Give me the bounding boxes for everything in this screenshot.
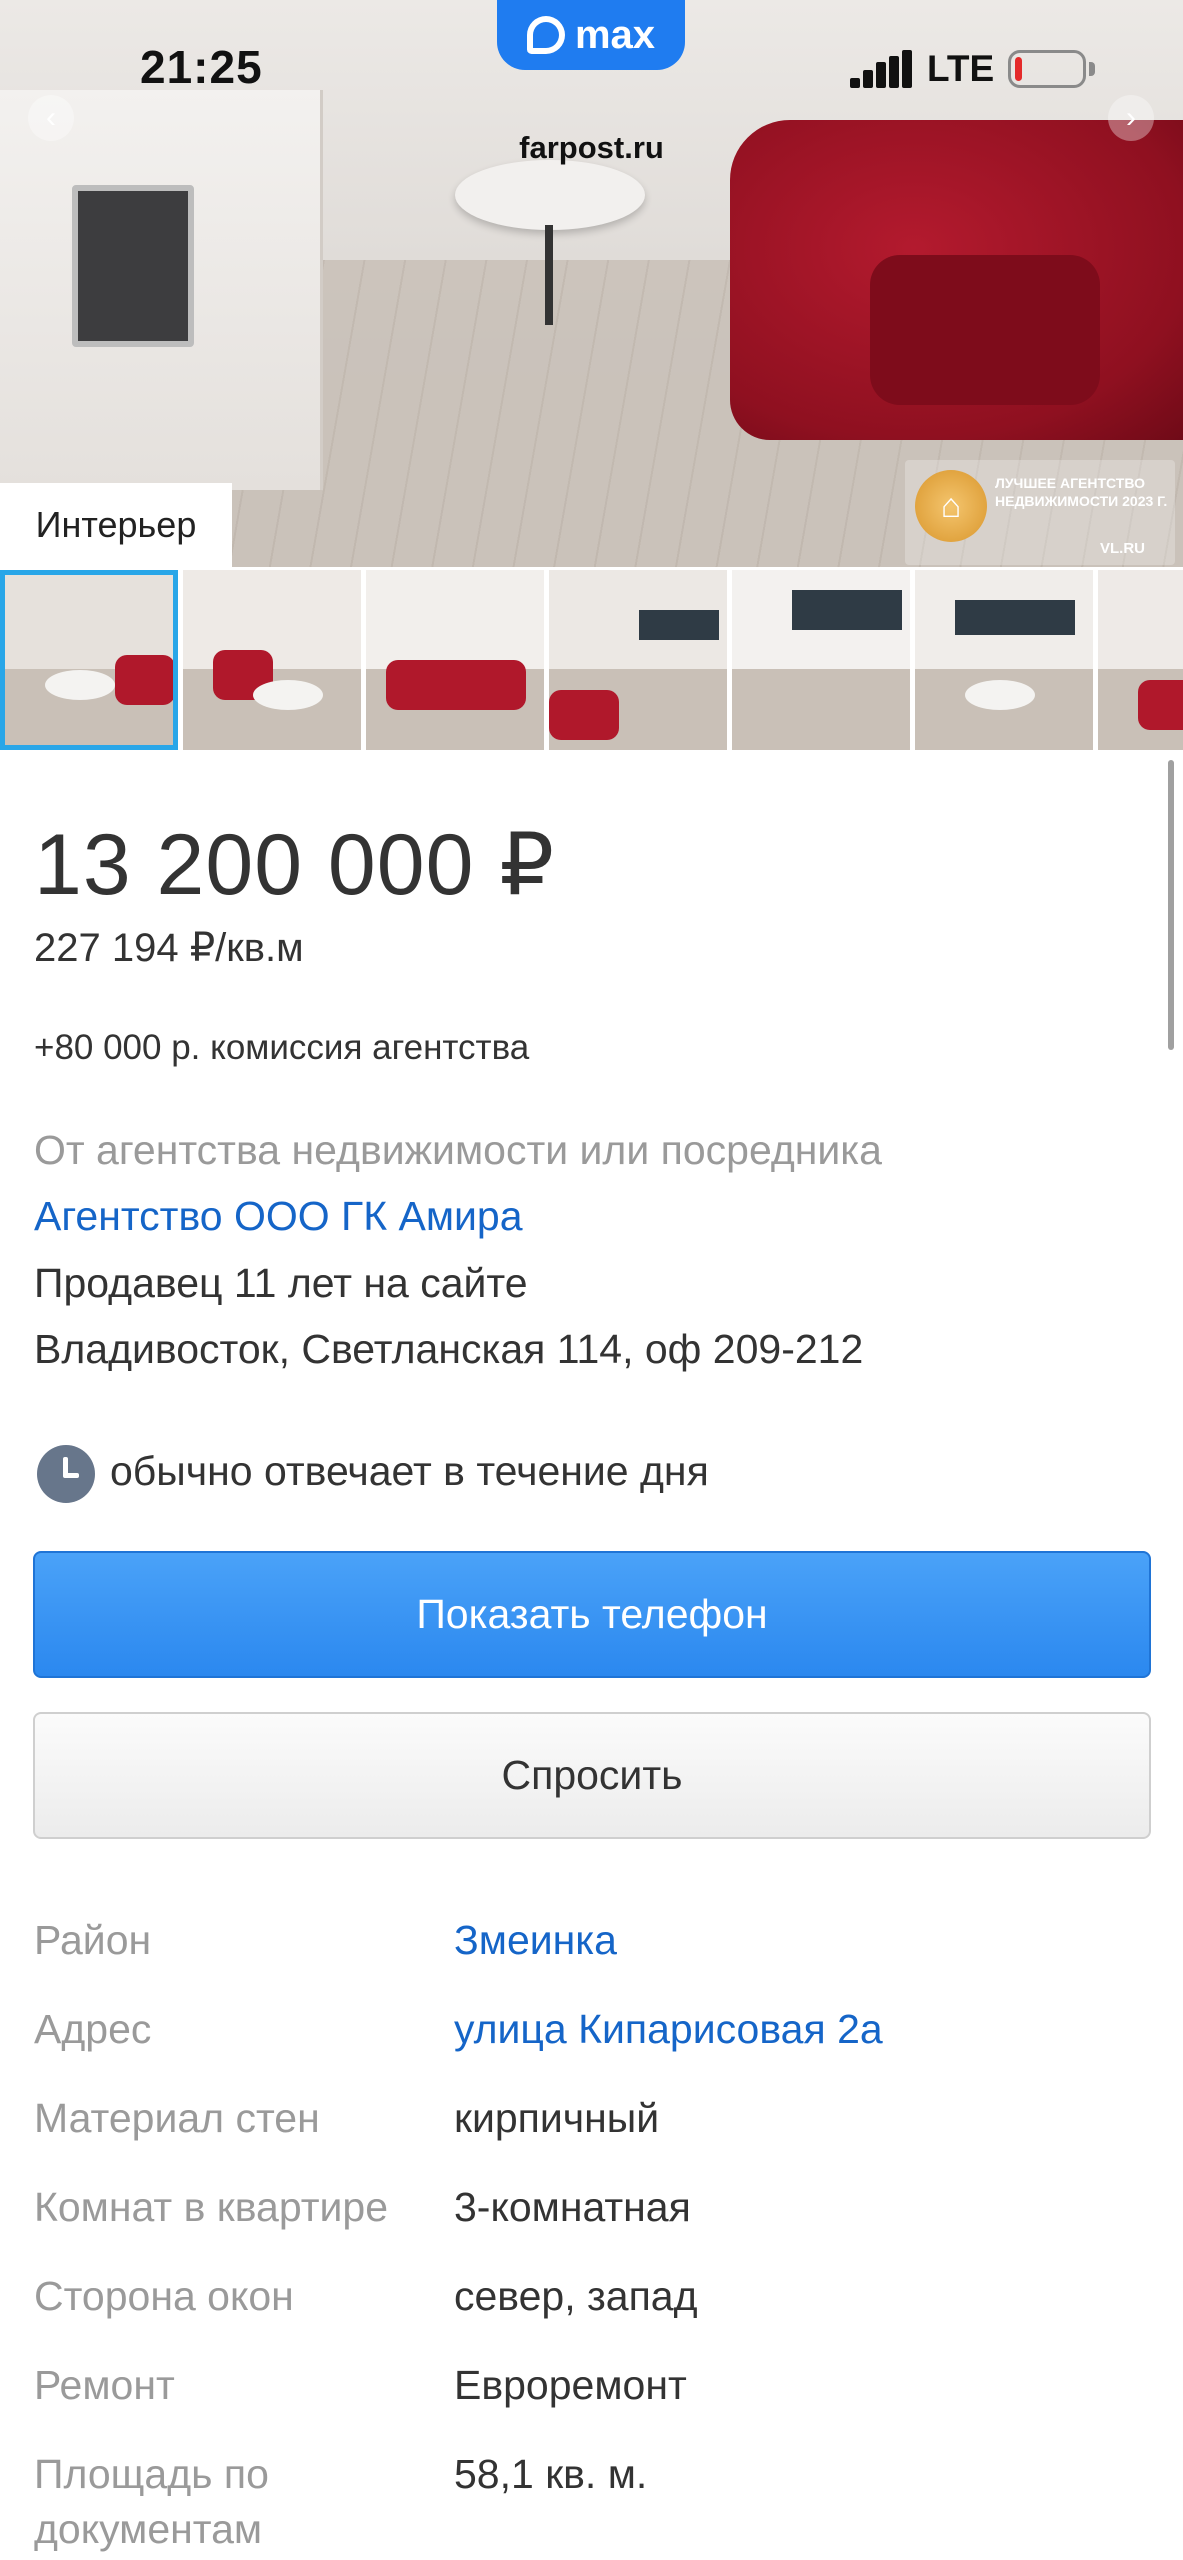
agency-commission: +80 000 р. комиссия агентства [34, 1028, 530, 1067]
battery-level [1015, 57, 1022, 81]
thumbnail-6[interactable] [915, 570, 1093, 750]
property-row-rooms: Комнат в квартире 3-комнатная [34, 2180, 1154, 2269]
property-label: Сторона окон [34, 2273, 294, 2319]
property-label: Район [34, 1917, 152, 1963]
photo-table-leg [545, 225, 553, 325]
price-per-square-meter: 227 194 ₽/кв.м [34, 926, 304, 970]
max-app-pill[interactable]: max [497, 0, 685, 70]
thumbnail-5[interactable] [732, 570, 910, 750]
property-row-renovation: Ремонт Евроремонт [34, 2358, 1154, 2447]
signal-strength-icon [850, 50, 912, 88]
thumbnail-2[interactable] [183, 570, 361, 750]
listing-price: 13 200 000 ₽ [34, 817, 556, 913]
property-row-district: Район Змеинка [34, 1913, 1154, 2002]
show-phone-button[interactable]: Показать телефон [33, 1551, 1151, 1678]
house-award-icon: ⌂ [915, 470, 987, 542]
network-type: LTE [927, 48, 995, 89]
property-value: 3-комнатная [454, 2184, 691, 2230]
agency-award-badge: ⌂ Лучшее агентство недвижимости 2023 г. … [905, 460, 1175, 565]
property-label: Площадь по документам [34, 2451, 269, 2552]
badge-text: Лучшее агентство недвижимости 2023 г. [995, 475, 1168, 509]
property-row-wall-material: Материал стен кирпичный [34, 2091, 1154, 2180]
property-value: север, запад [454, 2273, 698, 2319]
seller-tenure: Продавец 11 лет на сайте [34, 1260, 528, 1306]
property-row-area: Площадь по документам 58,1 кв. м. [34, 2447, 1154, 2557]
thumbnail-strip[interactable] [0, 570, 1183, 752]
property-row-address: Адрес улица Кипарисовая 2а [34, 2002, 1154, 2091]
seller-address: Владивосток, Светланская 114, оф 209-212 [34, 1326, 864, 1372]
battery-icon [1008, 50, 1086, 88]
district-link[interactable]: Змеинка [454, 1913, 617, 1968]
thumbnail-1[interactable] [0, 570, 178, 750]
property-label: Адрес [34, 2006, 152, 2052]
badge-site: VL.RU [1100, 540, 1145, 557]
photo-sofa-arm [870, 255, 1100, 405]
photo-table [455, 160, 645, 230]
property-label: Материал стен [34, 2095, 320, 2141]
property-value: 58,1 кв. м. [454, 2451, 648, 2497]
max-label: max [574, 12, 656, 57]
page-scrollbar[interactable] [1168, 760, 1174, 1050]
thumbnail-7[interactable] [1098, 570, 1183, 750]
property-label: Ремонт [34, 2362, 175, 2408]
property-value: кирпичный [454, 2095, 660, 2141]
status-time: 21:25 [140, 41, 263, 93]
property-row-window-side: Сторона окон север, запад [34, 2269, 1154, 2358]
thumbnail-3[interactable] [366, 570, 544, 750]
thumbnail-4[interactable] [549, 570, 727, 750]
ask-button[interactable]: Спросить [33, 1712, 1151, 1839]
property-label: Комнат в квартире [34, 2184, 389, 2230]
battery-tip [1089, 62, 1095, 76]
property-value: Евроремонт [454, 2362, 687, 2408]
max-logo-icon [526, 16, 565, 54]
photo-category-label: Интерьер [0, 483, 232, 567]
property-details: Район Змеинка Адрес улица Кипарисовая 2а… [34, 1913, 1154, 2557]
page-url[interactable]: farpost.ru [0, 130, 1183, 166]
photo-oven [72, 185, 194, 347]
reply-time: обычно отвечает в течение дня [110, 1448, 709, 1494]
address-link[interactable]: улица Кипарисовая 2а [454, 2002, 883, 2057]
agency-link[interactable]: Агентство ООО ГК Амира [34, 1193, 523, 1240]
clock-icon [37, 1445, 95, 1503]
seller-type: От агентства недвижимости или посредника [34, 1127, 882, 1173]
